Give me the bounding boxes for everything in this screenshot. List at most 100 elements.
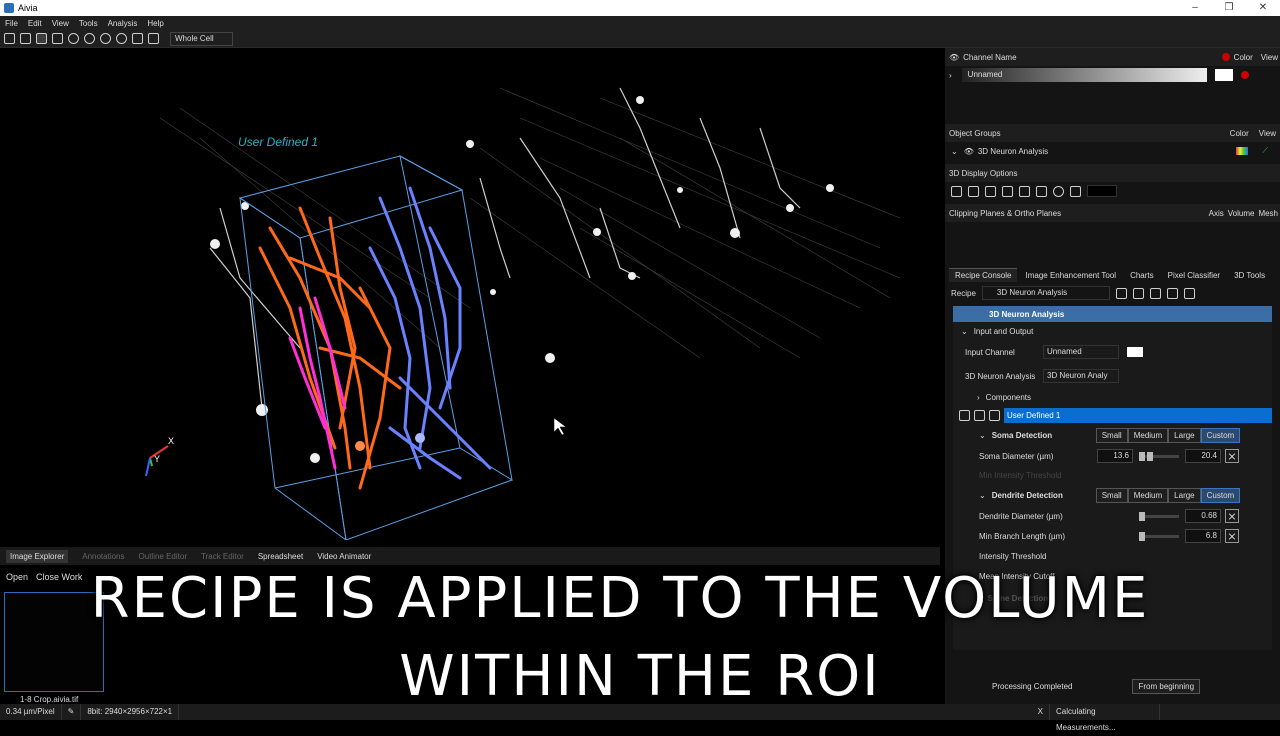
menu-analysis[interactable]: Analysis: [108, 19, 138, 28]
soma-medium-button[interactable]: Medium: [1127, 427, 1169, 443]
selected-roi[interactable]: User Defined 1: [1004, 407, 1272, 423]
dendrite-medium-button[interactable]: Medium: [1127, 487, 1169, 503]
dendrite-diameter-slider[interactable]: [1139, 511, 1179, 521]
grid-view-icon[interactable]: [52, 33, 63, 44]
tab-annotations[interactable]: Annotations: [82, 552, 124, 561]
3d-viewport[interactable]: User Defined 1 X Y: [0, 48, 940, 540]
display-skeleton-icon[interactable]: [968, 185, 979, 197]
clipping-mesh[interactable]: Mesh: [1258, 209, 1278, 218]
channel-color-swatch[interactable]: [1214, 69, 1233, 81]
menu-help[interactable]: Help: [147, 19, 163, 28]
record-icon: [1221, 53, 1230, 61]
section-input-output[interactable]: ⌄ Input and Output: [953, 322, 1272, 340]
branch-length-input[interactable]: 6.8: [1185, 529, 1221, 543]
menu-tools[interactable]: Tools: [79, 19, 98, 28]
tab-recipe-console[interactable]: Recipe Console: [949, 268, 1018, 282]
channel-row[interactable]: › Unnamed: [945, 66, 1280, 84]
frame-tool-icon[interactable]: [20, 33, 31, 44]
display-mode-icon[interactable]: [951, 185, 962, 197]
tab-spreadsheet[interactable]: Spreadsheet: [258, 552, 303, 561]
channel-visibility-icon[interactable]: [1240, 71, 1249, 79]
pointer-tool-icon[interactable]: [148, 33, 159, 44]
image-thumbnail[interactable]: [4, 592, 104, 692]
dendrite-small-button[interactable]: Small: [1095, 487, 1128, 503]
open-button[interactable]: Open: [6, 572, 28, 582]
close-work-button[interactable]: Close Work: [36, 572, 82, 582]
soma-custom-button[interactable]: Custom: [1200, 427, 1241, 443]
soma-small-button[interactable]: Small: [1095, 427, 1128, 443]
object-group-row[interactable]: ⌄ 👁 3D Neuron Analysis ⟋: [945, 142, 1280, 160]
collapse-chevron-icon[interactable]: ⌄: [951, 147, 958, 156]
snapshot-icon[interactable]: [132, 33, 143, 44]
pencil-icon[interactable]: ✎: [62, 704, 82, 720]
branch-length-label: Min Branch Length (µm): [979, 531, 1065, 541]
dendrite-diameter-input[interactable]: 0.68: [1185, 509, 1221, 523]
tab-image-explorer[interactable]: Image Explorer: [6, 549, 69, 563]
copy-recipe-icon[interactable]: [1183, 287, 1195, 299]
input-channel-select[interactable]: Unnamed: [1043, 345, 1119, 359]
dendrite-large-button[interactable]: Large: [1168, 487, 1201, 503]
display-mesh-icon[interactable]: [985, 185, 996, 197]
tab-image-enhancement[interactable]: Image Enhancement Tool: [1019, 269, 1122, 282]
soma-large-button[interactable]: Large: [1168, 427, 1201, 443]
collapse-chevron-icon[interactable]: ⌄: [979, 431, 986, 440]
display-bounds-icon[interactable]: [1070, 185, 1081, 197]
tab-charts[interactable]: Charts: [1124, 269, 1160, 282]
collapse-chevron-icon[interactable]: ⌄: [961, 327, 968, 336]
roi-cube-icon[interactable]: [959, 409, 970, 421]
soma-max-input[interactable]: 20.4: [1185, 449, 1221, 463]
tab-pixel-classifier[interactable]: Pixel Classifier: [1162, 269, 1226, 282]
cancel-task-button[interactable]: X: [1032, 704, 1050, 720]
clipping-axis[interactable]: Axis: [1209, 209, 1224, 218]
rectangle-tool-icon[interactable]: [4, 33, 15, 44]
display-tree-icon[interactable]: [1019, 185, 1030, 197]
expand-chevron-icon[interactable]: ›: [949, 71, 952, 80]
minimize-button[interactable]: –: [1178, 0, 1212, 16]
menu-edit[interactable]: Edit: [28, 19, 42, 28]
reset-icon[interactable]: [1225, 509, 1239, 523]
tab-3d-tools[interactable]: 3D Tools: [1228, 269, 1271, 282]
reset-icon[interactable]: [1225, 449, 1239, 463]
analysis-select[interactable]: 3D Neuron Analy: [1043, 369, 1119, 383]
expand-chevron-icon[interactable]: ›: [979, 594, 982, 603]
dendrite-custom-button[interactable]: Custom: [1200, 487, 1241, 503]
delete-recipe-icon[interactable]: [1149, 287, 1161, 299]
tab-video-animator[interactable]: Video Animator: [317, 552, 371, 561]
clipping-volume[interactable]: Volume: [1228, 209, 1255, 218]
eraser-icon[interactable]: [84, 33, 95, 44]
new-recipe-icon[interactable]: [1132, 287, 1144, 299]
explorer-toolbar: Open Close Work: [0, 570, 110, 584]
export-recipe-icon[interactable]: [1166, 287, 1178, 299]
visibility-icon[interactable]: ⟋: [1262, 146, 1268, 156]
from-beginning-button[interactable]: From beginning: [1132, 678, 1201, 694]
display-branch-icon[interactable]: [1002, 185, 1013, 197]
branch-length-slider[interactable]: [1139, 531, 1179, 541]
collapse-chevron-icon[interactable]: ⌄: [979, 491, 986, 500]
display-soma-icon[interactable]: [1053, 185, 1064, 197]
components-row[interactable]: › Components: [953, 388, 1272, 406]
roi-edit-icon[interactable]: [974, 409, 985, 421]
save-recipe-icon[interactable]: [1115, 287, 1127, 299]
reset-view-icon[interactable]: [116, 33, 127, 44]
expand-chevron-icon[interactable]: ›: [977, 393, 980, 402]
roi-mode-select[interactable]: Whole Cell: [170, 31, 233, 46]
restore-button[interactable]: ❐: [1212, 0, 1246, 16]
tab-track-editor[interactable]: Track Editor: [201, 552, 244, 561]
undo-icon[interactable]: [100, 33, 111, 44]
display-nodes-icon[interactable]: [1036, 185, 1047, 197]
rotate-view-icon[interactable]: [68, 33, 79, 44]
recipe-select[interactable]: 3D Neuron Analysis: [981, 286, 1110, 300]
reset-icon[interactable]: [1225, 529, 1239, 543]
menu-file[interactable]: File: [5, 19, 18, 28]
background-color-swatch[interactable]: [1087, 185, 1117, 197]
soma-min-input[interactable]: 13.6: [1097, 449, 1133, 463]
menu-view[interactable]: View: [52, 19, 69, 28]
roi-delete-icon[interactable]: [989, 409, 1000, 421]
display-options-toolbar: [945, 182, 1280, 200]
channel-name[interactable]: Unnamed: [961, 68, 1207, 82]
3d-view-icon[interactable]: [36, 33, 47, 44]
color-palette-icon[interactable]: [1236, 147, 1249, 155]
close-button[interactable]: ✕: [1246, 0, 1280, 16]
tab-outline-editor[interactable]: Outline Editor: [139, 552, 187, 561]
soma-range-slider[interactable]: [1139, 451, 1179, 461]
